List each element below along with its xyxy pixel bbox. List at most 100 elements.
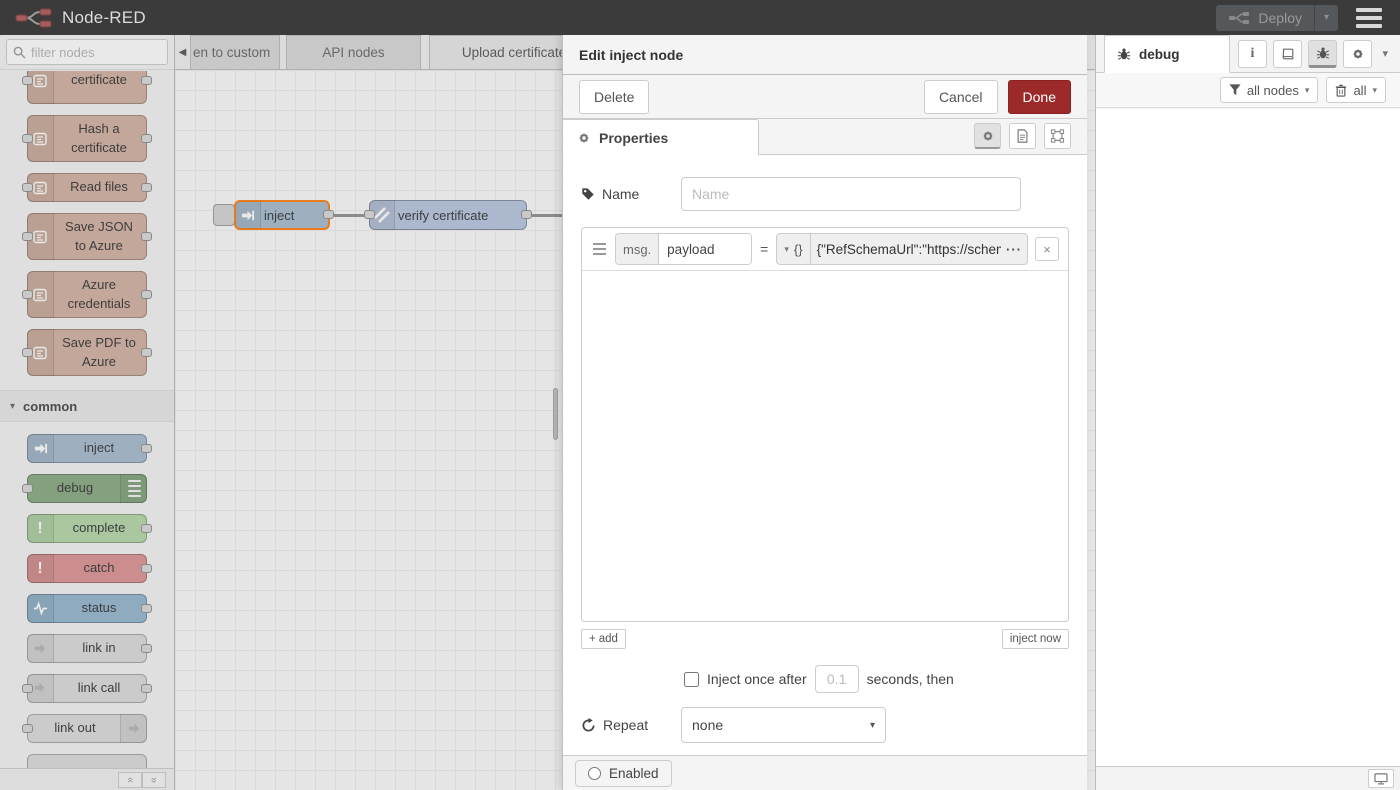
palette-node-link-in[interactable]: link in <box>27 634 147 663</box>
inject-now-button[interactable]: inject now <box>1002 629 1069 649</box>
node-output-port <box>141 232 152 241</box>
node-input-port <box>22 290 33 299</box>
flow-tab-label: API nodes <box>322 45 384 60</box>
search-icon <box>13 46 26 59</box>
edit-description-button[interactable] <box>1009 123 1036 149</box>
edit-properties-button[interactable] <box>974 123 1001 149</box>
deploy-options-caret[interactable]: ▾ <box>1314 5 1338 31</box>
flow-tab-label: en to custom <box>193 45 270 60</box>
inject-once-delay-input[interactable] <box>815 665 859 693</box>
document-icon <box>1016 129 1029 143</box>
right-sidebar: debug i <box>1095 35 1400 790</box>
palette-node-clipped[interactable] <box>27 754 147 768</box>
tray-body: Name msg. = ▾ {} <box>563 155 1087 755</box>
node-input-port <box>22 134 33 143</box>
flow-tab-1[interactable]: en to custom <box>190 35 280 69</box>
sidebar-menu-caret[interactable]: ▾ <box>1378 43 1392 64</box>
debug-toolbar: all nodes ▾ all ▾ <box>1096 73 1400 108</box>
repeat-label: Repeat <box>603 717 648 733</box>
filter-nodes-input[interactable] <box>31 45 161 60</box>
tab-help-button[interactable] <box>1273 40 1302 68</box>
deploy-button-main[interactable]: Deploy <box>1216 5 1314 31</box>
main-menu-button[interactable] <box>1356 8 1382 28</box>
node-palette: certificate Hash a certificate <box>0 35 175 790</box>
palette-node[interactable]: Save PDF to Azure <box>27 329 147 376</box>
remove-property-button[interactable]: × <box>1035 237 1059 261</box>
node-appearance-button[interactable] <box>1044 123 1071 149</box>
tab-info-button[interactable]: i <box>1238 40 1267 68</box>
sidebar-tab-buttons: i <box>1238 40 1372 68</box>
repeat-select[interactable]: none ▾ <box>681 707 886 743</box>
name-label: Name <box>602 186 639 202</box>
add-label: add <box>599 633 618 645</box>
palette-node[interactable]: Read files <box>27 173 147 202</box>
chevron-down-icon: ▾ <box>10 401 15 412</box>
tab-debug-button[interactable] <box>1308 40 1337 68</box>
bug-icon <box>1316 46 1330 60</box>
deploy-button[interactable]: Deploy ▾ <box>1216 5 1338 31</box>
tab-debug[interactable]: debug <box>1104 35 1230 73</box>
palette-node-debug[interactable]: debug <box>27 474 147 503</box>
caret-down-icon: ▾ <box>1305 85 1310 96</box>
expand-editor-button[interactable]: ··· <box>1001 234 1027 264</box>
category-label: common <box>23 399 77 414</box>
palette-node-catch[interactable]: ! catch <box>27 554 147 583</box>
monitor-icon <box>1374 773 1388 785</box>
canvas-node-inject[interactable]: inject <box>234 200 330 230</box>
node-input-port <box>22 232 33 241</box>
add-property-button[interactable]: +add <box>581 629 626 649</box>
node-input-port <box>22 348 33 357</box>
palette-node-link-out[interactable]: link out <box>27 714 147 743</box>
palette-node-label: complete <box>52 519 146 538</box>
palette-node-label: inject <box>52 439 146 458</box>
flow-tab-2[interactable]: API nodes <box>286 35 421 69</box>
palette-scroll-area: certificate Hash a certificate <box>0 71 174 768</box>
palette-node[interactable]: Hash a certificate <box>27 115 147 162</box>
header-bar: Node-RED Deploy ▾ <box>0 0 1400 35</box>
palette-node-link-call[interactable]: link call <box>27 674 147 703</box>
inject-once-checkbox[interactable] <box>684 672 699 687</box>
typed-input-type-select[interactable]: ▾ {} <box>777 234 810 264</box>
trash-icon <box>1335 84 1347 97</box>
cancel-button[interactable]: Cancel <box>924 80 998 114</box>
inject-node-button[interactable] <box>213 204 235 226</box>
palette-node[interactable]: Save JSON to Azure <box>27 213 147 260</box>
debug-filter-button[interactable]: all nodes ▾ <box>1220 77 1319 103</box>
book-icon <box>1281 47 1295 61</box>
collapse-categories-button[interactable]: « <box>118 772 142 788</box>
payload-value-field[interactable]: {"RefSchemaUrl":"https://schema <box>811 234 1001 264</box>
canvas-vertical-scrollbar[interactable] <box>553 388 558 440</box>
tab-config-button[interactable] <box>1343 40 1372 68</box>
debug-clear-button[interactable]: all ▾ <box>1326 77 1386 103</box>
done-button[interactable]: Done <box>1008 80 1071 114</box>
node-output-port <box>141 684 152 693</box>
palette-node[interactable]: Azure credentials <box>27 271 147 318</box>
tab-scroll-left-button[interactable]: ◀ <box>175 35 190 69</box>
open-debug-window-button[interactable] <box>1368 769 1394 788</box>
palette-node-inject[interactable]: inject <box>27 434 147 463</box>
delete-button[interactable]: Delete <box>579 80 649 114</box>
appearance-box-icon <box>1050 129 1065 143</box>
palette-node-status[interactable]: status <box>27 594 147 623</box>
palette-node-complete[interactable]: ! complete <box>27 514 147 543</box>
palette-category-common[interactable]: ▾ common <box>0 390 174 422</box>
tab-properties[interactable]: Properties <box>563 119 759 155</box>
palette-search-box[interactable] <box>6 39 168 65</box>
palette-node[interactable]: certificate <box>27 71 147 104</box>
name-input[interactable] <box>681 177 1021 211</box>
node-output-port[interactable] <box>323 210 334 219</box>
palette-node-label: link call <box>52 679 146 698</box>
node-input-port[interactable] <box>364 210 375 219</box>
palette-node-label: catch <box>52 559 146 578</box>
node-output-port <box>141 444 152 453</box>
expand-categories-button[interactable]: « <box>142 772 166 788</box>
msg-property-input[interactable] <box>659 234 751 264</box>
node-output-port[interactable] <box>521 210 532 219</box>
drag-handle-icon[interactable] <box>591 239 608 259</box>
canvas-node-verify-certificate[interactable]: verify certificate <box>369 200 527 230</box>
repeat-value: none <box>692 717 723 733</box>
enabled-toggle[interactable]: Enabled <box>575 760 672 787</box>
caret-down-icon: ▾ <box>784 244 789 255</box>
repeat-icon <box>581 718 596 733</box>
node-input-port <box>22 724 33 733</box>
